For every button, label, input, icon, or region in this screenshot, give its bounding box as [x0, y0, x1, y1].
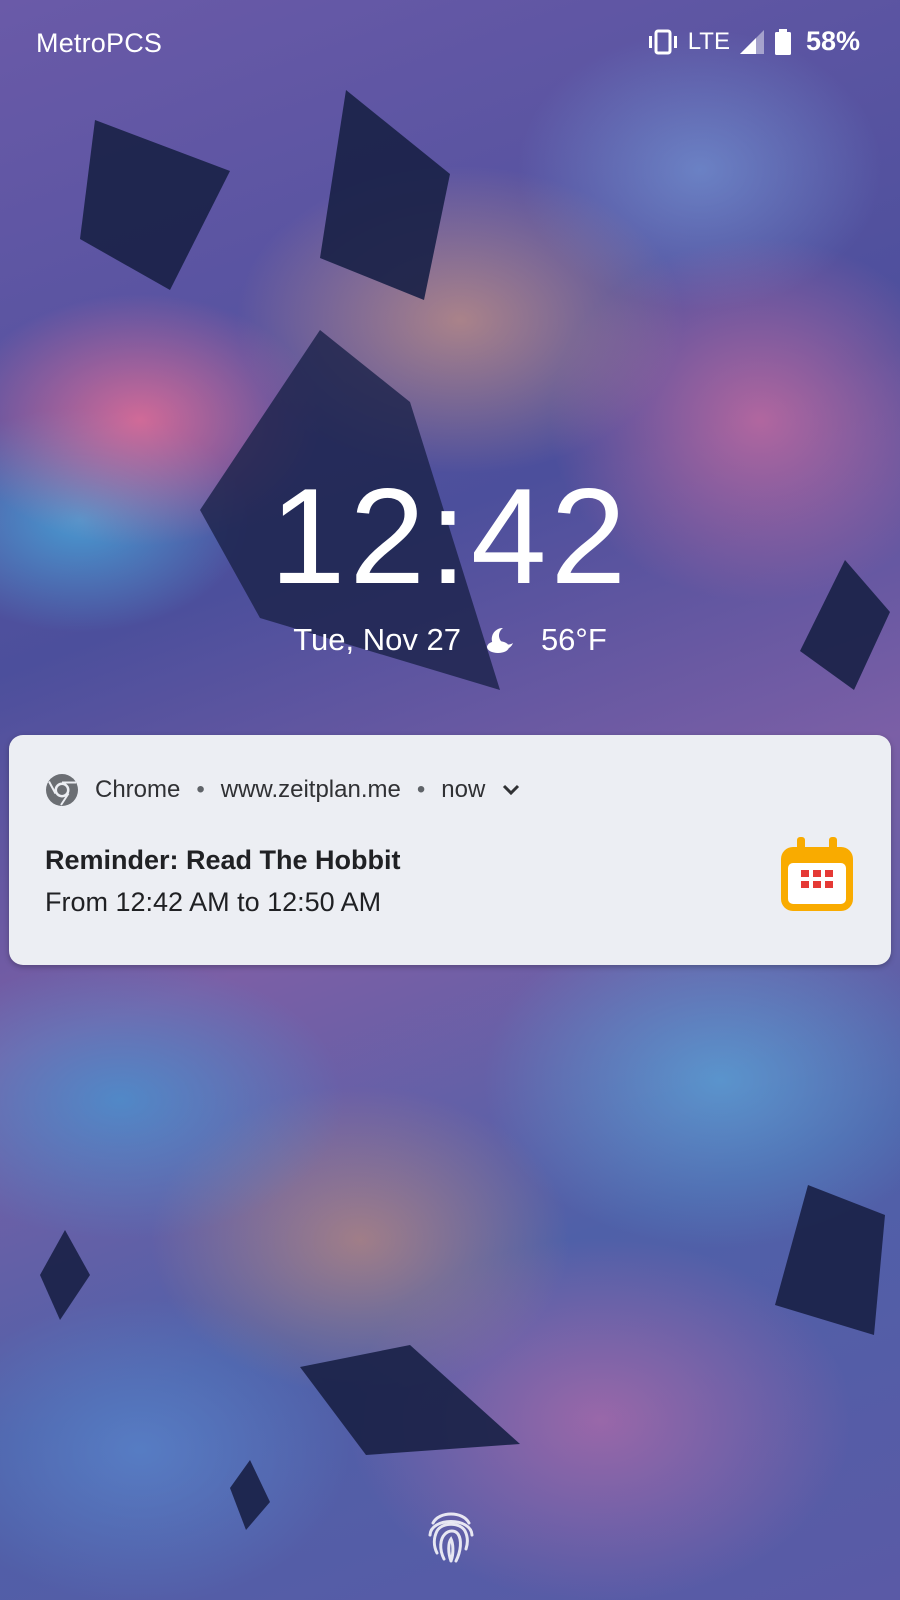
- battery-icon: [774, 28, 792, 56]
- battery-percentage: 58%: [805, 26, 860, 56]
- vibrate-icon: [646, 28, 680, 56]
- date-weather-line: Tue, Nov 27 56°F: [0, 622, 900, 658]
- carrier-name: MetroPCS: [36, 28, 163, 58]
- notification-card[interactable]: Chrome • www.zeitplan.me • now Reminder:…: [9, 735, 891, 965]
- lockscreen-clock: 12:42: [269, 460, 631, 612]
- notification-time: now: [441, 776, 486, 803]
- calendar-icon: [777, 835, 857, 915]
- source-url: www.zeitplan.me: [220, 776, 401, 803]
- wallpaper-shape: [230, 1460, 270, 1530]
- wallpaper-shape: [300, 1345, 520, 1455]
- notification-text: From 12:42 AM to 12:50 AM: [45, 887, 382, 917]
- notification-title: Reminder: Read The Hobbit: [45, 845, 401, 875]
- app-name: Chrome: [95, 776, 181, 803]
- wallpaper-shape: [80, 120, 230, 290]
- network-type: LTE: [687, 27, 730, 55]
- status-icons: LTE 58%: [646, 26, 860, 57]
- notification-header: Chrome • www.zeitplan.me • now: [45, 773, 521, 807]
- signal-icon: [738, 28, 766, 56]
- separator-dot: •: [196, 776, 205, 803]
- wallpaper-shape: [320, 90, 450, 300]
- separator-dot: •: [416, 776, 426, 803]
- status-bar: MetroPCS LTE 58%: [0, 0, 900, 90]
- expand-chevron-icon[interactable]: [501, 783, 521, 797]
- wallpaper-shape: [775, 1185, 885, 1335]
- wallpaper-shape: [40, 1230, 90, 1320]
- moon-cloud-icon: [485, 625, 517, 655]
- chrome-icon: [45, 773, 79, 807]
- fingerprint-icon[interactable]: [425, 1505, 477, 1565]
- date-text: Tue, Nov 27: [293, 622, 461, 657]
- temperature-text: 56°F: [540, 622, 607, 657]
